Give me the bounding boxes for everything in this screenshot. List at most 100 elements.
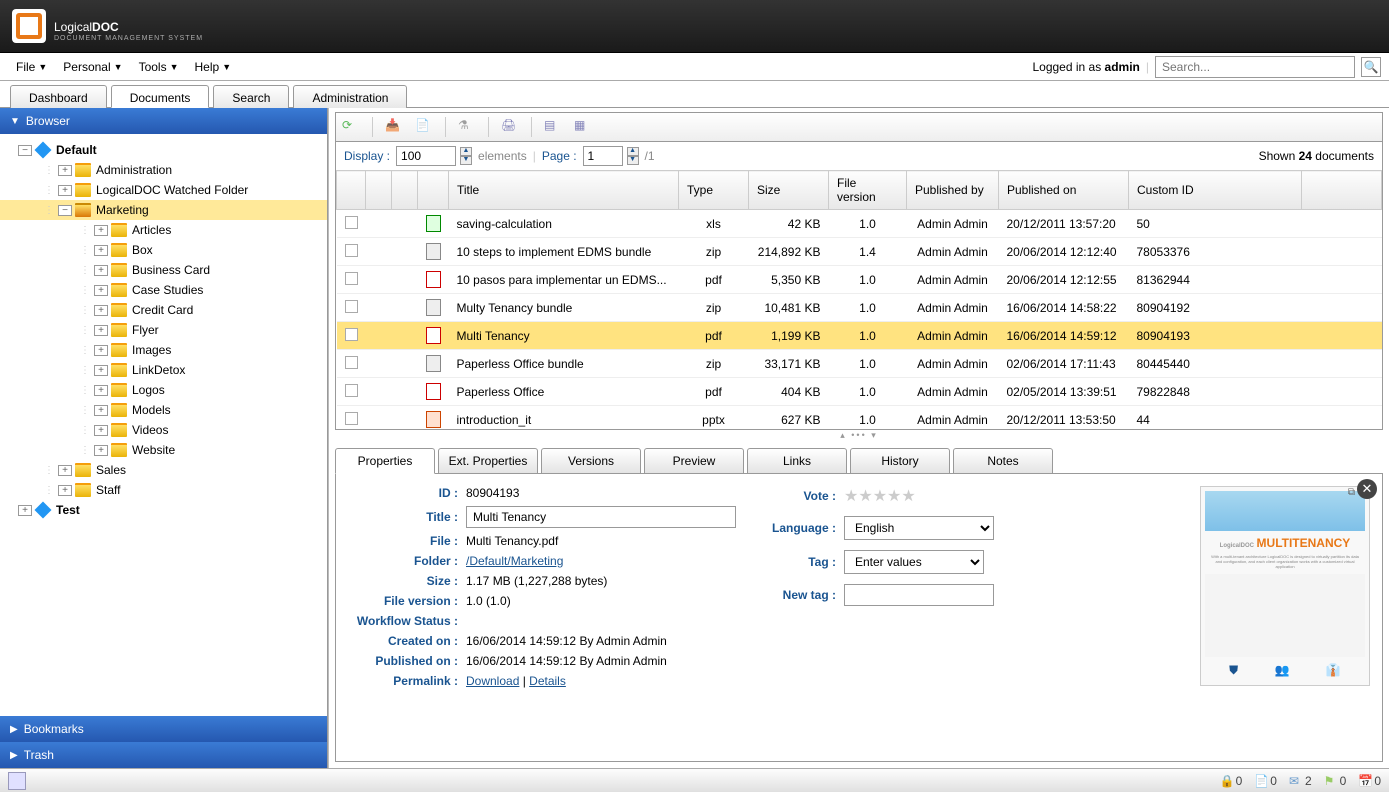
display-count-input[interactable]	[396, 146, 456, 166]
dtab-versions[interactable]: Versions	[541, 448, 641, 474]
star-icon[interactable]: ★	[844, 488, 858, 505]
expand-icon[interactable]: +	[94, 265, 108, 276]
panel-bookmarks-header[interactable]: ▶Bookmarks	[0, 716, 327, 742]
tree-node-flyer[interactable]: ⋮+Flyer	[0, 320, 327, 340]
tree-node-case[interactable]: ⋮+Case Studies	[0, 280, 327, 300]
expand-icon[interactable]: +	[94, 305, 108, 316]
row-checkbox[interactable]	[345, 216, 358, 229]
col-icon[interactable]	[418, 171, 449, 210]
tree-node-credit[interactable]: ⋮+Credit Card	[0, 300, 327, 320]
col-type[interactable]: Type	[679, 171, 749, 210]
details-link[interactable]: Details	[529, 674, 566, 688]
download-button[interactable]: 📥	[385, 118, 403, 136]
grid-view-button[interactable]: ▦	[574, 118, 592, 136]
star-icon[interactable]: ★	[887, 488, 901, 505]
expand-icon[interactable]: +	[94, 225, 108, 236]
star-icon[interactable]: ★	[858, 488, 872, 505]
tree-node-website[interactable]: ⋮+Website	[0, 440, 327, 460]
collapse-icon[interactable]: −	[18, 145, 32, 156]
table-row[interactable]: Paperless Office bundle zip 33,171 KB 1.…	[337, 350, 1382, 378]
splitter-handle[interactable]: ▴ ••• ▾	[329, 430, 1389, 440]
menu-file[interactable]: File▼	[8, 56, 55, 78]
tab-search[interactable]: Search	[213, 85, 289, 108]
row-checkbox[interactable]	[345, 272, 358, 285]
expand-icon[interactable]: +	[94, 445, 108, 456]
tab-administration[interactable]: Administration	[293, 85, 407, 108]
tree-node-test[interactable]: +Test	[0, 500, 327, 520]
table-row[interactable]: introduction_it pptx 627 KB 1.0 Admin Ad…	[337, 406, 1382, 431]
status-locked[interactable]: 🔒0	[1220, 774, 1243, 788]
document-thumbnail[interactable]: ⧉ ✕ LogicalDOC MULTITENANCY With a multi…	[1200, 486, 1370, 686]
tree-node-videos[interactable]: ⋮+Videos	[0, 420, 327, 440]
list-view-button[interactable]: ▤	[544, 118, 562, 136]
dtab-ext-properties[interactable]: Ext. Properties	[438, 448, 538, 474]
expand-icon[interactable]: +	[94, 345, 108, 356]
spin-down-icon[interactable]: ▼	[627, 156, 639, 165]
vote-stars[interactable]: ★★★★★	[844, 486, 916, 506]
row-checkbox[interactable]	[345, 244, 358, 257]
tree-node-box[interactable]: ⋮+Box	[0, 240, 327, 260]
spin-down-icon[interactable]: ▼	[460, 156, 472, 165]
tree-node-logos[interactable]: ⋮+Logos	[0, 380, 327, 400]
add-document-button[interactable]: 📄	[415, 118, 433, 136]
col-customid[interactable]: Custom ID	[1129, 171, 1302, 210]
table-row[interactable]: 10 pasos para implementar un EDMS... pdf…	[337, 266, 1382, 294]
download-link[interactable]: Download	[466, 674, 519, 688]
filter-button[interactable]: ⚗	[458, 118, 476, 136]
tab-dashboard[interactable]: Dashboard	[10, 85, 107, 108]
star-icon[interactable]: ★	[873, 488, 887, 505]
table-row[interactable]: Multy Tenancy bundle zip 10,481 KB 1.0 A…	[337, 294, 1382, 322]
expand-icon[interactable]: +	[94, 365, 108, 376]
tree-node-watched[interactable]: ⋮+LogicalDOC Watched Folder	[0, 180, 327, 200]
star-icon[interactable]: ★	[901, 488, 915, 505]
clipboard-icon[interactable]	[8, 772, 26, 790]
row-checkbox[interactable]	[345, 384, 358, 397]
tree-node-default[interactable]: −Default	[0, 140, 327, 160]
popout-icon[interactable]: ⧉	[1348, 487, 1355, 498]
status-messages[interactable]: ✉2	[1289, 774, 1312, 788]
dtab-preview[interactable]: Preview	[644, 448, 744, 474]
row-checkbox[interactable]	[345, 328, 358, 341]
tree-node-staff[interactable]: ⋮+Staff	[0, 480, 327, 500]
expand-icon[interactable]: +	[58, 185, 72, 196]
expand-icon[interactable]: +	[58, 165, 72, 176]
close-icon[interactable]: ✕	[1357, 479, 1377, 499]
tree-node-marketing[interactable]: ⋮−Marketing	[0, 200, 327, 220]
expand-icon[interactable]: +	[94, 385, 108, 396]
search-input[interactable]	[1155, 56, 1355, 78]
dtab-notes[interactable]: Notes	[953, 448, 1053, 474]
prop-title-input[interactable]	[466, 506, 736, 528]
panel-browser-header[interactable]: ▼Browser	[0, 108, 327, 134]
prop-folder-link[interactable]: /Default/Marketing	[466, 554, 563, 568]
dtab-properties[interactable]: Properties	[335, 448, 435, 474]
expand-icon[interactable]: +	[58, 485, 72, 496]
status-checkedout[interactable]: 📄0	[1254, 774, 1277, 788]
dtab-history[interactable]: History	[850, 448, 950, 474]
tree-node-administration[interactable]: ⋮+Administration	[0, 160, 327, 180]
tree-node-models[interactable]: ⋮+Models	[0, 400, 327, 420]
col-version[interactable]: File version	[829, 171, 907, 210]
col-size[interactable]: Size	[749, 171, 829, 210]
col-lock[interactable]	[392, 171, 418, 210]
table-row[interactable]: 10 steps to implement EDMS bundle zip 21…	[337, 238, 1382, 266]
page-input[interactable]	[583, 146, 623, 166]
col-date[interactable]: Published on	[999, 171, 1129, 210]
expand-icon[interactable]: +	[58, 465, 72, 476]
row-checkbox[interactable]	[345, 300, 358, 313]
spin-up-icon[interactable]: ▲	[460, 147, 472, 156]
expand-icon[interactable]: +	[94, 325, 108, 336]
spin-up-icon[interactable]: ▲	[627, 147, 639, 156]
print-button[interactable]: 🖨	[501, 118, 519, 136]
panel-trash-header[interactable]: ▶Trash	[0, 742, 327, 768]
menu-help[interactable]: Help▼	[187, 56, 240, 78]
col-title[interactable]: Title	[449, 171, 679, 210]
tree-node-linkdetox[interactable]: ⋮+LinkDetox	[0, 360, 327, 380]
col-index[interactable]	[366, 171, 392, 210]
expand-icon[interactable]: +	[94, 425, 108, 436]
row-checkbox[interactable]	[345, 412, 358, 425]
search-button[interactable]: 🔍	[1361, 57, 1381, 77]
table-row[interactable]: Paperless Office pdf 404 KB 1.0 Admin Ad…	[337, 378, 1382, 406]
expand-icon[interactable]: +	[94, 285, 108, 296]
status-events[interactable]: 📅0	[1358, 774, 1381, 788]
row-checkbox[interactable]	[345, 356, 358, 369]
